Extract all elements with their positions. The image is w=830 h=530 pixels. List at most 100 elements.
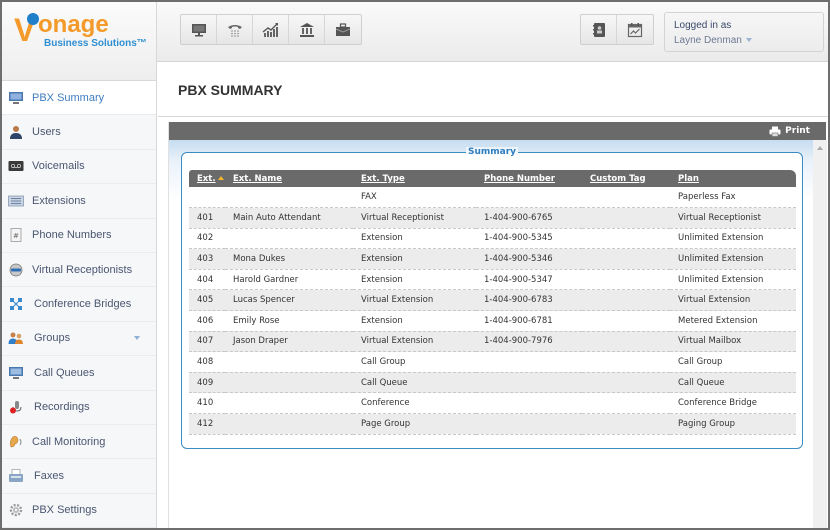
logged-in-label: Logged in as bbox=[674, 20, 732, 31]
print-button[interactable]: Print bbox=[769, 126, 810, 137]
sidebar-item-recordings[interactable]: Recordings bbox=[2, 391, 156, 425]
cell-ext-name bbox=[225, 392, 353, 415]
cell-ext-type: Call Queue bbox=[353, 372, 476, 394]
cell-ext-type: Extension bbox=[353, 269, 476, 291]
vertical-scrollbar[interactable] bbox=[813, 140, 827, 528]
logo[interactable]: V onage Business Solutions™ bbox=[2, 2, 157, 81]
sort-ascending-icon bbox=[217, 176, 224, 180]
toolbar-button-contacts[interactable] bbox=[581, 15, 617, 44]
cell-custom-tag bbox=[582, 289, 670, 312]
cell-phone-number: 1-404-900-5346 bbox=[476, 248, 582, 270]
cell-custom-tag bbox=[582, 269, 670, 291]
cell-phone-number: 1-404-900-5347 bbox=[476, 269, 582, 291]
cell-custom-tag bbox=[582, 207, 670, 229]
sidebar-item-label: Faxes bbox=[34, 469, 64, 482]
sidebar-item-faxes[interactable]: Faxes bbox=[2, 459, 156, 494]
page-title: PBX SUMMARY bbox=[178, 82, 283, 98]
sidebar: PBX Summary Users Voicemails Extensions … bbox=[2, 81, 157, 529]
cell-ext: 405 bbox=[189, 289, 225, 312]
cell-ext-name: Lucas Spencer bbox=[225, 289, 353, 312]
sidebar-item-call-monitoring[interactable]: Call Monitoring bbox=[2, 425, 156, 460]
sidebar-item-call-queues[interactable]: Call Queues bbox=[2, 356, 156, 391]
sidebar-item-label: Conference Bridges bbox=[34, 298, 132, 311]
sidebar-item-pbx-settings[interactable]: PBX Settings bbox=[2, 494, 156, 529]
voicemail-icon bbox=[8, 158, 24, 174]
cell-custom-tag bbox=[582, 248, 670, 270]
table-row[interactable]: 405 Lucas Spencer Virtual Extension 1-404-9… bbox=[189, 289, 796, 312]
toolbar-button-business[interactable] bbox=[325, 15, 361, 44]
cell-ext: 407 bbox=[189, 331, 225, 353]
chevron-down-icon[interactable] bbox=[134, 336, 140, 341]
sidebar-item-label: Virtual Receptionists bbox=[32, 263, 133, 276]
panel-header: Print bbox=[169, 122, 826, 140]
cell-ext-type: Extension bbox=[353, 248, 476, 270]
sidebar-item-virtual-receptionists[interactable]: Virtual Receptionists bbox=[2, 253, 156, 288]
call-queue-icon bbox=[8, 365, 24, 381]
cell-custom-tag bbox=[582, 351, 670, 373]
sidebar-item-extensions[interactable]: Extensions bbox=[2, 184, 156, 219]
app-window: V onage Business Solutions™ Logged in as bbox=[2, 2, 828, 529]
table-row[interactable]: FAX Paperless Fax bbox=[189, 187, 796, 209]
toolbar-button-reports[interactable] bbox=[253, 15, 289, 44]
user-icon bbox=[8, 124, 24, 140]
cell-plan: Call Group bbox=[670, 351, 796, 373]
table-row[interactable]: 408 Call Group Call Group bbox=[189, 351, 796, 373]
cell-ext-type: Virtual Extension bbox=[353, 331, 476, 353]
svg-text:#: # bbox=[13, 232, 19, 240]
table-row[interactable]: 401 Main Auto Attendant Virtual Receptioni… bbox=[189, 207, 796, 229]
user-menu[interactable]: Logged in as Layne Denman bbox=[664, 12, 824, 52]
sidebar-item-pbx-summary[interactable]: PBX Summary bbox=[2, 81, 156, 116]
table-header-row: Ext. Ext. Name Ext. Type Phone Number Cu… bbox=[189, 170, 796, 187]
column-header-custom-tag[interactable]: Custom Tag bbox=[582, 170, 670, 187]
sidebar-item-users[interactable]: Users bbox=[2, 115, 156, 150]
user-name[interactable]: Layne Denman bbox=[674, 35, 814, 46]
column-header-plan[interactable]: Plan bbox=[670, 170, 796, 187]
sidebar-item-voicemails[interactable]: Voicemails bbox=[2, 150, 156, 185]
cell-ext-type: Virtual Extension bbox=[353, 289, 476, 312]
sidebar-item-label: Call Monitoring bbox=[32, 435, 106, 448]
toolbar-button-phone[interactable] bbox=[217, 15, 253, 44]
toolbar-button-billing[interactable] bbox=[289, 15, 325, 44]
cell-ext: 409 bbox=[189, 372, 225, 394]
conference-icon bbox=[8, 296, 24, 312]
secondary-toolbar bbox=[580, 14, 654, 45]
sidebar-item-groups[interactable]: Groups bbox=[2, 322, 156, 357]
cell-ext-type: Call Group bbox=[353, 351, 476, 373]
print-label: Print bbox=[785, 126, 810, 136]
sidebar-item-phone-numbers[interactable]: # Phone Numbers bbox=[2, 219, 156, 253]
fieldset-legend: Summary bbox=[465, 147, 519, 157]
column-header-ext[interactable]: Ext. bbox=[189, 170, 225, 187]
table-row[interactable]: 412 Page Group Paging Group bbox=[189, 413, 796, 435]
column-header-ext-type[interactable]: Ext. Type bbox=[353, 170, 476, 187]
calendar-chart-icon bbox=[627, 22, 643, 37]
cell-plan: Paperless Fax bbox=[670, 187, 796, 209]
cell-ext-type: Conference bbox=[353, 392, 476, 415]
table-row[interactable]: 406 Emily Rose Extension 1-404-900-6781 Mete… bbox=[189, 310, 796, 332]
column-header-ext-name[interactable]: Ext. Name bbox=[225, 170, 353, 187]
chevron-down-icon bbox=[745, 38, 752, 43]
sidebar-item-conference-bridges[interactable]: Conference Bridges bbox=[2, 287, 156, 322]
table-row[interactable]: 410 Conference Conference Bridge bbox=[189, 392, 796, 415]
group-icon bbox=[8, 330, 24, 346]
table-row[interactable]: 407 Jason Draper Virtual Extension 1-404-90… bbox=[189, 331, 796, 353]
table-row[interactable]: 402 Extension 1-404-900-5345 Unlimited Exte… bbox=[189, 228, 796, 250]
cell-phone-number: 1-404-900-6783 bbox=[476, 289, 582, 312]
column-header-phone-number[interactable]: Phone Number bbox=[476, 170, 582, 187]
table-row[interactable]: 404 Harold Gardner Extension 1-404-900-5347… bbox=[189, 269, 796, 291]
toolbar-button-activity[interactable] bbox=[617, 15, 653, 44]
cell-custom-tag bbox=[582, 372, 670, 394]
cell-ext-name bbox=[225, 372, 353, 394]
cell-ext-name: Emily Rose bbox=[225, 310, 353, 332]
cell-plan: Metered Extension bbox=[670, 310, 796, 332]
cell-ext-type: Virtual Receptionist bbox=[353, 207, 476, 229]
fax-icon bbox=[8, 468, 24, 484]
table-row[interactable]: 403 Mona Dukes Extension 1-404-900-5346 Unli… bbox=[189, 248, 796, 270]
toolbar-button-desktop[interactable] bbox=[181, 15, 217, 44]
scroll-up-arrow-icon[interactable] bbox=[817, 146, 823, 150]
gear-icon bbox=[8, 502, 24, 518]
summary-fieldset: Summary Ext. Ext. Name Ext. Type Phone N… bbox=[181, 147, 803, 449]
sidebar-item-label: Voicemails bbox=[32, 160, 85, 173]
cell-ext-name bbox=[225, 187, 353, 209]
table-row[interactable]: 409 Call Queue Call Queue bbox=[189, 372, 796, 394]
logo-subtitle: Business Solutions™ bbox=[44, 38, 147, 49]
